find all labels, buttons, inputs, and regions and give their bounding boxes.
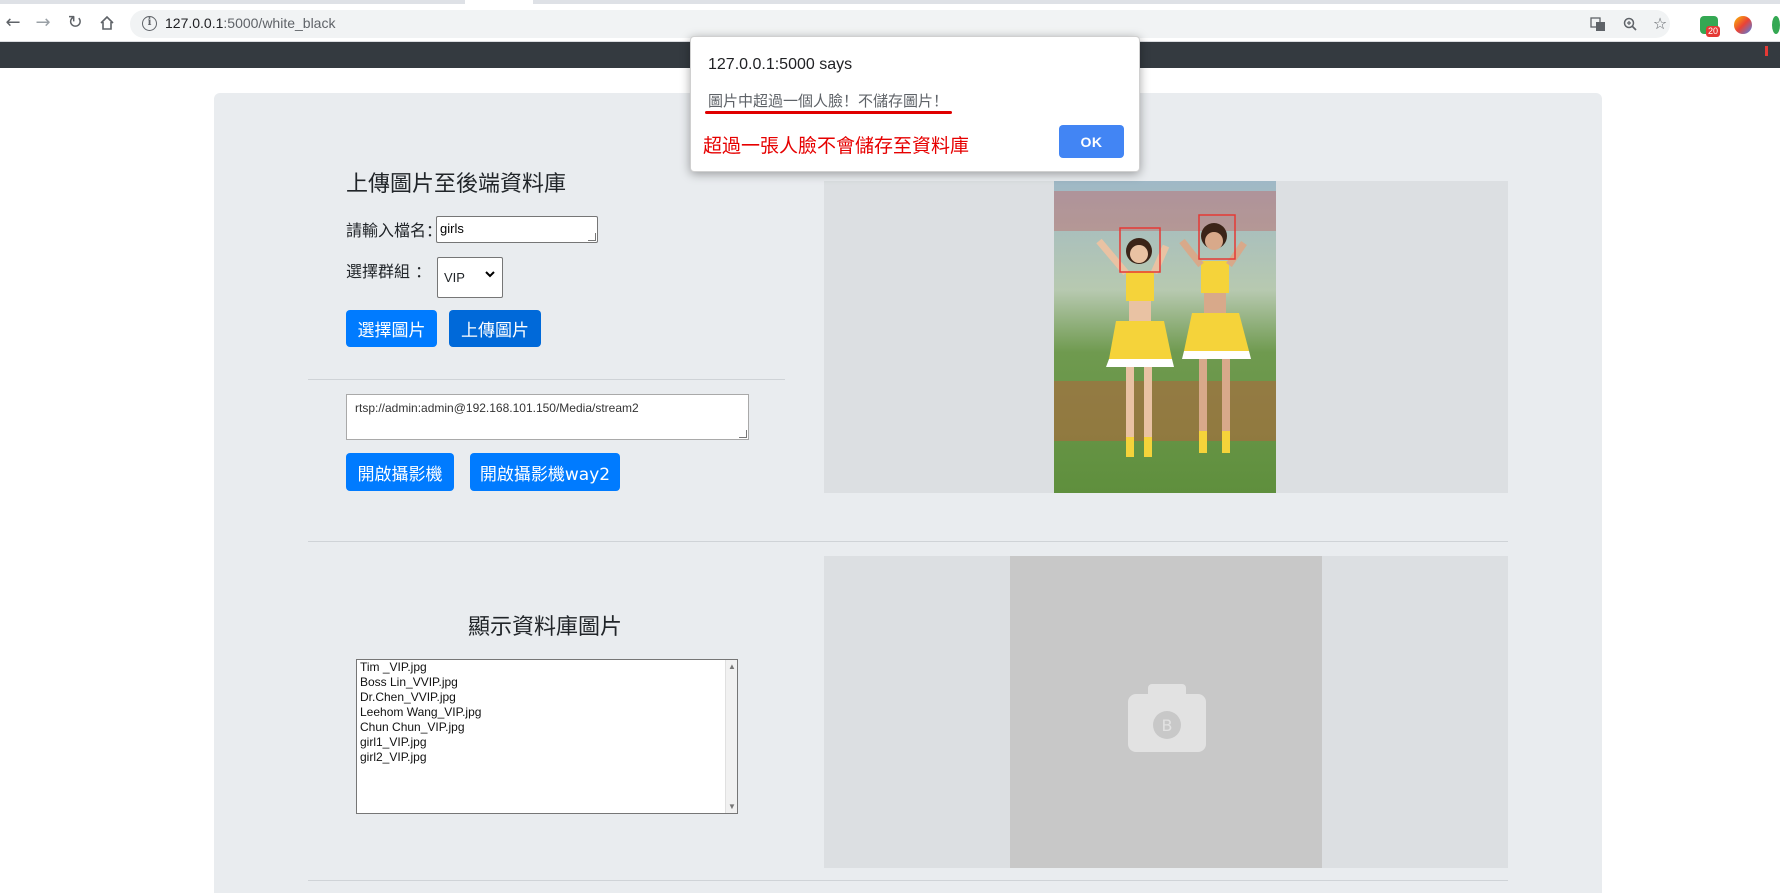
- resize-grip[interactable]: [739, 430, 747, 438]
- group-select[interactable]: VIP: [437, 257, 503, 298]
- list-item[interactable]: Chun Chun_VIP.jpg: [357, 720, 737, 735]
- list-item[interactable]: Boss Lin_VVIP.jpg: [357, 675, 737, 690]
- section-divider-2: [308, 541, 1508, 542]
- resize-grip[interactable]: [588, 233, 596, 241]
- reload-icon[interactable]: ↻: [64, 12, 86, 34]
- group-label: 選擇群組 ：: [346, 262, 432, 281]
- filename-input[interactable]: girls: [436, 216, 598, 243]
- dialog-title: 127.0.0.1:5000 says: [708, 56, 853, 73]
- home-icon[interactable]: [96, 12, 118, 34]
- stream-url-value: rtsp://admin:admin@192.168.101.150/Media…: [355, 401, 639, 415]
- profile-avatar[interactable]: [1772, 16, 1780, 34]
- list-item[interactable]: Tim _VIP.jpg: [357, 660, 737, 675]
- scroll-down-icon[interactable]: ▼: [728, 802, 736, 811]
- extension-color-icon[interactable]: [1734, 16, 1752, 34]
- camera-icon: B: [1128, 684, 1206, 752]
- upload-title: 上傳圖片至後端資料庫: [346, 172, 567, 197]
- dialog-annotation: 超過一張人臉不會儲存至資料庫: [703, 135, 970, 157]
- stream-url-textarea[interactable]: rtsp://admin:admin@192.168.101.150/Media…: [346, 394, 749, 440]
- uploaded-photo: [1054, 181, 1276, 493]
- section-divider: [308, 379, 785, 380]
- annotation-underline: [705, 111, 952, 114]
- chevron-down-icon: [484, 267, 496, 283]
- open-camera-way2-button[interactable]: 開啟攝影機way2: [470, 453, 620, 491]
- translate-icon[interactable]: [1590, 16, 1606, 32]
- zoom-icon[interactable]: [1622, 16, 1638, 32]
- dialog-message: 圖片中超過一個人臉！不儲存圖片！: [708, 92, 949, 110]
- choose-image-button[interactable]: 選擇圖片: [346, 310, 437, 347]
- open-camera-button[interactable]: 開啟攝影機: [346, 453, 454, 491]
- alert-dialog: 127.0.0.1:5000 says 圖片中超過一個人臉！不儲存圖片！ 超過一…: [690, 36, 1140, 172]
- filename-value: girls: [440, 221, 464, 236]
- list-item[interactable]: girl2_VIP.jpg: [357, 750, 737, 765]
- upload-image-button[interactable]: 上傳圖片: [449, 310, 541, 347]
- address-bar[interactable]: i 127.0.0.1:5000/white_black ☆: [130, 10, 1670, 38]
- section-divider-3: [308, 880, 1508, 881]
- star-icon[interactable]: ☆: [1652, 16, 1668, 32]
- svg-text:B: B: [1162, 716, 1173, 735]
- list-item[interactable]: Dr.Chen_VVIP.jpg: [357, 690, 737, 705]
- scroll-up-icon[interactable]: ▲: [728, 662, 736, 671]
- database-title: 顯示資料庫圖片: [468, 615, 623, 640]
- extension-badge: 20: [1706, 26, 1721, 37]
- filename-label: 請輸入檔名：: [346, 221, 443, 240]
- group-select-value: VIP: [444, 270, 465, 285]
- list-scrollbar[interactable]: ▲ ▼: [725, 660, 737, 813]
- info-icon[interactable]: i: [142, 16, 157, 31]
- list-item[interactable]: girl1_VIP.jpg: [357, 735, 737, 750]
- image-placeholder: B: [1010, 556, 1322, 868]
- back-arrow-icon[interactable]: ←: [2, 12, 24, 34]
- url-text: 127.0.0.1:5000/white_black: [165, 15, 336, 31]
- ok-button[interactable]: OK: [1059, 125, 1124, 158]
- list-item[interactable]: Leehom Wang_VIP.jpg: [357, 705, 737, 720]
- navbar-indicator: [1765, 46, 1768, 56]
- forward-arrow-icon[interactable]: →: [32, 12, 54, 34]
- database-file-list[interactable]: Tim _VIP.jpg Boss Lin_VVIP.jpg Dr.Chen_V…: [356, 659, 738, 814]
